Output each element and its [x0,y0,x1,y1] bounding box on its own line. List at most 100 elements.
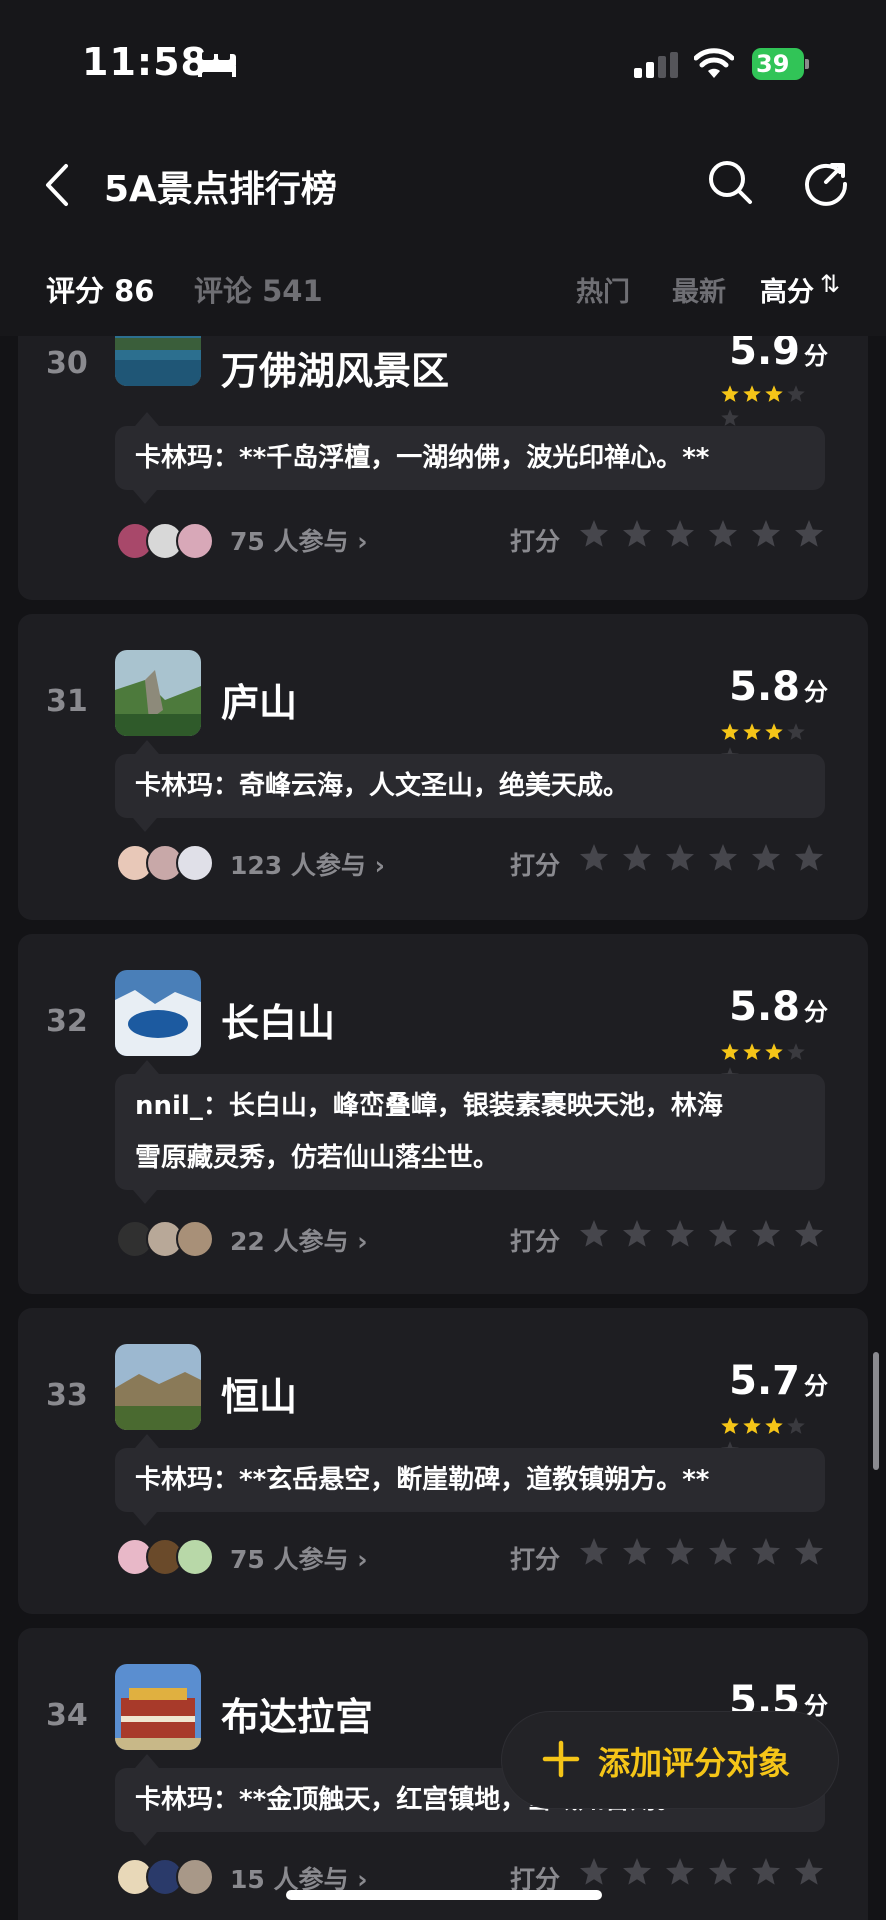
score-value: 5.9 分 [729,336,828,374]
rate-star-icon[interactable] [621,518,653,550]
participants-link[interactable]: 123 人参与 › [230,846,385,882]
star-filled-icon [721,723,739,740]
add-rating-target-button[interactable]: 添加评分对象 [502,1712,838,1808]
rate-star-icon[interactable] [707,1218,739,1250]
home-indicator[interactable] [286,1890,602,1900]
rate-star-icon[interactable] [664,1856,696,1888]
rate-star-icon[interactable] [664,1218,696,1250]
rating-stars-input[interactable] [578,842,848,876]
star-filled-icon [765,1417,783,1434]
cellular-signal-icon [634,52,678,78]
participant-avatars [116,1220,216,1258]
rate-star-icon[interactable] [578,842,610,874]
rate-star-icon[interactable] [578,1536,610,1568]
page-title: 5A景点排行榜 [104,169,337,210]
rate-star-icon[interactable] [578,518,610,550]
rate-star-icon[interactable] [793,518,825,550]
participant-avatars [116,844,216,882]
rank-number: 33 [46,1378,88,1413]
avatar [176,522,214,560]
sleep-mode-icon [198,52,236,77]
rate-star-icon[interactable] [664,518,696,550]
share-icon[interactable] [802,158,850,206]
rate-star-icon[interactable] [707,842,739,874]
sort-high[interactable]: 高分 [760,270,814,309]
rate-star-icon[interactable] [750,1218,782,1250]
rating-stars-input[interactable] [578,1218,848,1252]
rate-star-icon[interactable] [793,1856,825,1888]
scrollbar[interactable] [873,1352,879,1470]
rate-star-icon[interactable] [621,842,653,874]
rate-star-icon[interactable] [793,842,825,874]
ranking-list: 30 万佛湖风景区 5.9 分 卡林玛：**千岛浮檀，一湖纳佛，波光印禅心。** … [0,336,886,1920]
avatar [176,1538,214,1576]
rate-star-icon[interactable] [707,1856,739,1888]
top-comment: 卡林玛：奇峰云海，人文圣山，绝美天成。 [115,740,825,832]
rate-star-icon[interactable] [707,1536,739,1568]
participants-link[interactable]: 75 人参与 › [230,522,368,558]
scenic-thumbnail [115,970,201,1056]
star-filled-icon [743,723,761,740]
rank-number: 34 [46,1698,88,1733]
star-filled-icon [765,723,783,740]
scenic-thumbnail [115,1344,201,1430]
list-item[interactable]: 33 恒山 5.7 分 卡林玛：**玄岳悬空，断崖勒碑，道教镇朔方。** 75 人… [18,1308,868,1614]
rate-star-icon[interactable] [621,1856,653,1888]
participants-link[interactable]: 75 人参与 › [230,1540,368,1576]
rate-star-icon[interactable] [578,1218,610,1250]
scenic-name: 庐山 [221,681,298,725]
participant-avatars [116,1858,216,1896]
scenic-thumbnail [115,1664,201,1750]
rating-stars-input[interactable] [578,1536,848,1570]
star-empty-icon [787,1417,805,1434]
sort-arrow-icon[interactable]: ⇅ [820,270,840,298]
rate-star-icon[interactable] [793,1218,825,1250]
rate-star-icon[interactable] [664,1536,696,1568]
scenic-name: 万佛湖风景区 [221,349,450,393]
rate-star-icon[interactable] [621,1218,653,1250]
scenic-name: 恒山 [221,1375,298,1419]
rate-star-icon[interactable] [707,518,739,550]
list-item[interactable]: 32 长白山 5.8 分 nnil_：长白山，峰峦叠嶂，银装素裹映天池，林海 雪原… [18,934,868,1294]
rate-star-icon[interactable] [664,842,696,874]
star-filled-icon [765,1043,783,1060]
star-filled-icon [721,1417,739,1434]
rate-star-icon[interactable] [793,1536,825,1568]
top-comment: 卡林玛：**千岛浮檀，一湖纳佛，波光印禅心。** [115,412,825,504]
rate-star-icon[interactable] [750,842,782,874]
participant-avatars [116,522,216,560]
search-icon[interactable] [706,158,754,206]
star-empty-icon [721,409,739,426]
rate-star-icon[interactable] [621,1536,653,1568]
list-item[interactable]: 30 万佛湖风景区 5.9 分 卡林玛：**千岛浮檀，一湖纳佛，波光印禅心。** … [18,336,868,600]
list-item[interactable]: 31 庐山 5.8 分 卡林玛：奇峰云海，人文圣山，绝美天成。 123 人参与 ›… [18,614,868,920]
battery-icon: 39 [752,48,809,80]
participants-link[interactable]: 22 人参与 › [230,1222,368,1258]
rating-stars-input[interactable] [578,518,848,552]
participant-avatars [116,1538,216,1576]
rate-star-icon[interactable] [750,1856,782,1888]
wifi-icon [694,48,734,78]
score-value: 5.8 分 [729,664,828,710]
tab-bar: 评分 86 评论 541 热门 最新 高分 ⇅ [0,240,886,336]
scenic-name: 长白山 [221,1001,336,1045]
star-filled-icon [721,1043,739,1060]
sort-new[interactable]: 最新 [672,270,726,309]
back-icon[interactable] [40,160,74,210]
tab-comments[interactable]: 评论 541 [194,268,323,310]
star-empty-icon [787,723,805,740]
rate-label: 打分 [510,527,561,556]
score-stars [720,722,828,764]
tab-score[interactable]: 评分 86 [46,268,154,310]
rate-label: 打分 [510,1227,561,1256]
rate-star-icon[interactable] [750,518,782,550]
top-comment: nnil_：长白山，峰峦叠嶂，银装素裹映天池，林海 雪原藏灵秀，仿若仙山落尘世。 [115,1060,825,1204]
rating-stars-input[interactable] [578,1856,848,1890]
status-time: 11:58 [82,40,208,84]
rate-star-icon[interactable] [578,1856,610,1888]
top-comment: 卡林玛：**玄岳悬空，断崖勒碑，道教镇朔方。** [115,1434,825,1526]
plus-icon [542,1740,580,1778]
rate-star-icon[interactable] [750,1536,782,1568]
star-filled-icon [765,385,783,402]
sort-hot[interactable]: 热门 [576,270,630,309]
